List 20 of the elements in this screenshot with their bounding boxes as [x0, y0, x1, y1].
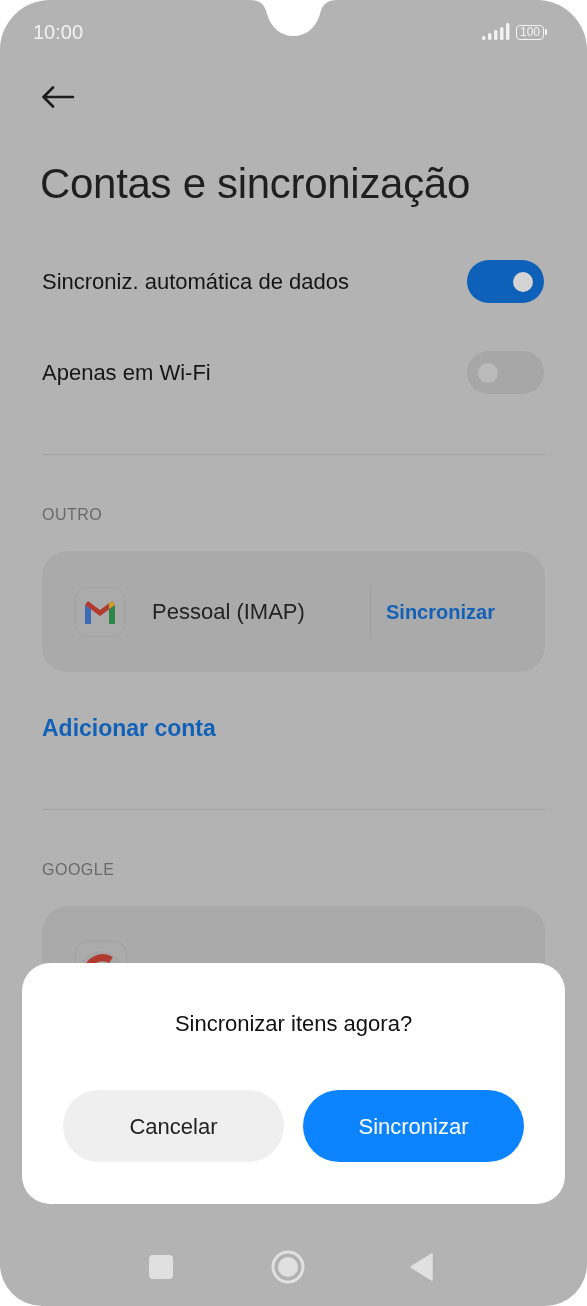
battery-level: 100 — [515, 24, 544, 40]
section-header: GOOGLE — [42, 860, 115, 880]
sync-link[interactable]: Sincronizar — [386, 596, 495, 627]
recents-icon[interactable] — [149, 1255, 173, 1279]
mail-app-icon — [75, 586, 125, 637]
account-name: Pessoal (IMAP) — [152, 598, 306, 626]
section-header: OUTRO — [42, 505, 103, 525]
setting-label: Sincroniz. automática de dados — [42, 268, 349, 296]
page-title: Contas e sincronização — [40, 158, 470, 209]
toggle-switch[interactable] — [467, 260, 544, 303]
confirm-button[interactable]: Sincronizar — [303, 1090, 524, 1162]
status-time: 10:00 — [33, 20, 84, 45]
dialog-title: Sincronizar itens agora? — [174, 1010, 413, 1038]
setting-label: Apenas em Wi-Fi — [42, 359, 211, 387]
signal-icon — [481, 23, 510, 41]
back-icon[interactable] — [410, 1253, 434, 1281]
cancel-button[interactable]: Cancelar — [63, 1090, 284, 1162]
add-account-link[interactable]: Adicionar conta — [42, 710, 216, 746]
back-arrow-icon[interactable] — [42, 86, 75, 108]
home-icon[interactable] — [271, 1250, 305, 1284]
